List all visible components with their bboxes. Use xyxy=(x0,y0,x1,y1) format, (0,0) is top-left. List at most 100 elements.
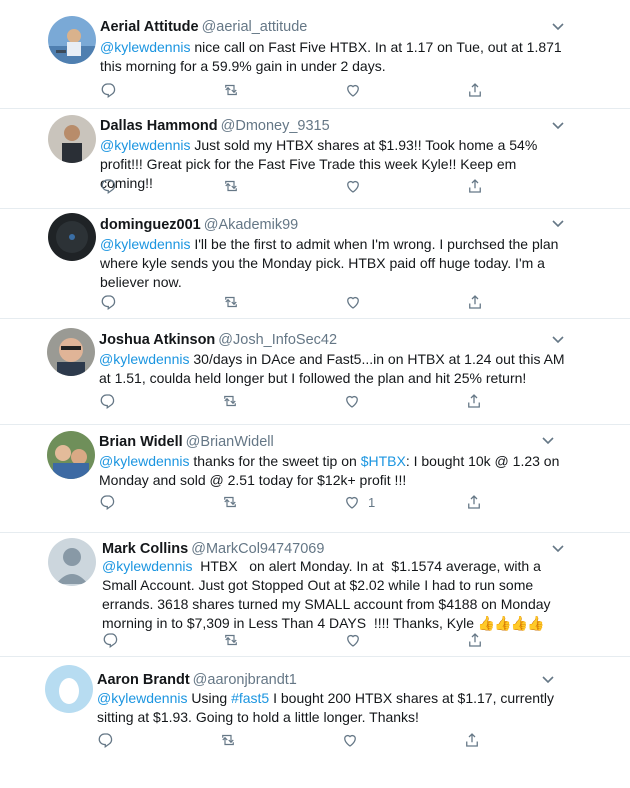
chevron-down-icon[interactable] xyxy=(551,121,565,131)
user-handle[interactable]: @aerial_attitude xyxy=(202,19,308,35)
mention-link[interactable]: @kylewdennis xyxy=(99,351,189,367)
share-button[interactable] xyxy=(466,631,484,649)
user-handle[interactable]: @aaronjbrandt1 xyxy=(193,672,297,688)
share-button[interactable] xyxy=(465,392,483,410)
tweet[interactable]: Aerial Attitude @aerial_attitude @kylewde… xyxy=(0,0,630,108)
reply-button[interactable] xyxy=(100,81,118,99)
chevron-down-icon[interactable] xyxy=(551,544,565,554)
like-button[interactable] xyxy=(341,731,366,749)
like-button[interactable] xyxy=(344,81,369,99)
reply-button[interactable] xyxy=(99,392,117,410)
avatar[interactable] xyxy=(48,213,96,261)
reply-icon xyxy=(101,295,116,310)
share-icon xyxy=(469,83,481,97)
avatar[interactable] xyxy=(48,538,96,586)
retweet-button[interactable] xyxy=(222,631,240,649)
mention-link[interactable]: @kylewdennis xyxy=(100,137,190,153)
retweet-button[interactable] xyxy=(219,731,237,749)
display-name[interactable]: dominguez001 xyxy=(100,217,201,233)
chevron-down-icon[interactable] xyxy=(541,675,555,685)
tweet-text: @kylewdennis 30/days in DAce and Fast5..… xyxy=(99,351,569,386)
share-button[interactable] xyxy=(466,293,484,311)
tweet[interactable]: Aaron Brandt @aaronjbrandt1 @kylewdennis … xyxy=(0,657,630,788)
tweet[interactable]: Brian Widell @BrianWidell @kylewdennis th… xyxy=(0,425,630,532)
mention-link[interactable]: @kylewdennis xyxy=(99,453,189,469)
user-handle[interactable]: @Akademik99 xyxy=(204,217,299,233)
retweet-icon xyxy=(225,296,237,308)
like-icon xyxy=(347,84,359,97)
reply-icon xyxy=(101,179,116,194)
tweet-text: @kylewdennis thanks for the sweet tip on… xyxy=(99,453,564,488)
like-icon xyxy=(346,496,358,509)
tweet[interactable]: Mark Collins @MarkCol94747069 @kylewdenni… xyxy=(0,533,630,656)
display-name[interactable]: Brian Widell xyxy=(99,434,183,450)
share-icon xyxy=(469,179,481,193)
chevron-down-icon[interactable] xyxy=(551,335,565,345)
tweet-text: @kylewdennis I'll be the first to admit … xyxy=(100,236,563,290)
mention-link[interactable]: @kylewdennis xyxy=(100,39,190,55)
like-icon xyxy=(347,296,359,309)
chevron-down-icon[interactable] xyxy=(541,436,555,446)
like-button[interactable] xyxy=(344,293,369,311)
avatar[interactable] xyxy=(47,431,95,479)
chevron-down-icon[interactable] xyxy=(551,219,565,229)
tweet[interactable]: Dallas Hammond @Dmoney_9315 @kylewdennis … xyxy=(0,109,630,208)
tweet[interactable]: Joshua Atkinson @Josh_InfoSec42 @kylewden… xyxy=(0,319,630,424)
like-button[interactable] xyxy=(344,177,369,195)
share-button[interactable] xyxy=(466,177,484,195)
share-icon xyxy=(468,394,480,408)
tweet[interactable]: dominguez001 @Akademik99 @kylewdennis I'l… xyxy=(0,209,630,318)
like-icon xyxy=(347,180,359,193)
share-button[interactable] xyxy=(465,493,483,511)
retweet-icon xyxy=(225,180,237,192)
avatar[interactable] xyxy=(48,115,96,163)
retweet-button[interactable] xyxy=(221,392,239,410)
share-icon xyxy=(469,295,481,309)
retweet-button[interactable] xyxy=(221,493,239,511)
display-name[interactable]: Joshua Atkinson xyxy=(99,332,215,348)
like-button[interactable]: 1 xyxy=(343,493,375,511)
display-name[interactable]: Aaron Brandt xyxy=(97,672,190,688)
display-name[interactable]: Aerial Attitude xyxy=(100,19,199,35)
reply-button[interactable] xyxy=(100,177,118,195)
retweet-button[interactable] xyxy=(222,81,240,99)
reply-button[interactable] xyxy=(100,293,118,311)
retweet-button[interactable] xyxy=(222,293,240,311)
reply-icon xyxy=(100,495,115,510)
user-handle[interactable]: @BrianWidell xyxy=(186,434,274,450)
reply-icon xyxy=(98,733,113,748)
user-handle[interactable]: @Dmoney_9315 xyxy=(221,118,330,134)
like-icon xyxy=(347,634,359,647)
cashtag-link[interactable]: $HTBX xyxy=(361,453,406,469)
tweet-actions xyxy=(102,631,502,651)
tweet-text: @kylewdennis nice call on Fast Five HTBX… xyxy=(100,39,566,74)
chevron-down-icon[interactable] xyxy=(551,22,565,32)
tweet-text: @kylewdennis HTBX on alert Monday. In at… xyxy=(102,558,555,631)
thumbs-up-emoji: 👍👍👍👍 xyxy=(477,615,545,631)
mention-link[interactable]: @kylewdennis xyxy=(97,690,187,706)
display-name[interactable]: Mark Collins xyxy=(102,541,188,557)
retweet-icon xyxy=(224,395,236,407)
user-handle[interactable]: @Josh_InfoSec42 xyxy=(218,332,337,348)
user-handle[interactable]: @MarkCol94747069 xyxy=(191,541,324,557)
avatar[interactable] xyxy=(47,328,95,376)
tweet-actions: 1 xyxy=(99,493,499,513)
tweet-actions xyxy=(100,177,500,197)
like-button[interactable] xyxy=(343,392,368,410)
share-button[interactable] xyxy=(466,81,484,99)
like-button[interactable] xyxy=(344,631,369,649)
hashtag-link[interactable]: #fast5 xyxy=(231,690,269,706)
avatar[interactable] xyxy=(48,16,96,64)
retweet-icon xyxy=(225,634,237,646)
retweet-button[interactable] xyxy=(222,177,240,195)
share-button[interactable] xyxy=(463,731,481,749)
reply-button[interactable] xyxy=(97,731,115,749)
like-count: 1 xyxy=(368,494,376,510)
mention-link[interactable]: @kylewdennis xyxy=(102,558,192,574)
mention-link[interactable]: @kylewdennis xyxy=(100,236,190,252)
reply-button[interactable] xyxy=(102,631,120,649)
avatar[interactable] xyxy=(45,665,93,713)
retweet-icon xyxy=(222,734,234,746)
display-name[interactable]: Dallas Hammond xyxy=(100,118,218,134)
reply-button[interactable] xyxy=(99,493,117,511)
